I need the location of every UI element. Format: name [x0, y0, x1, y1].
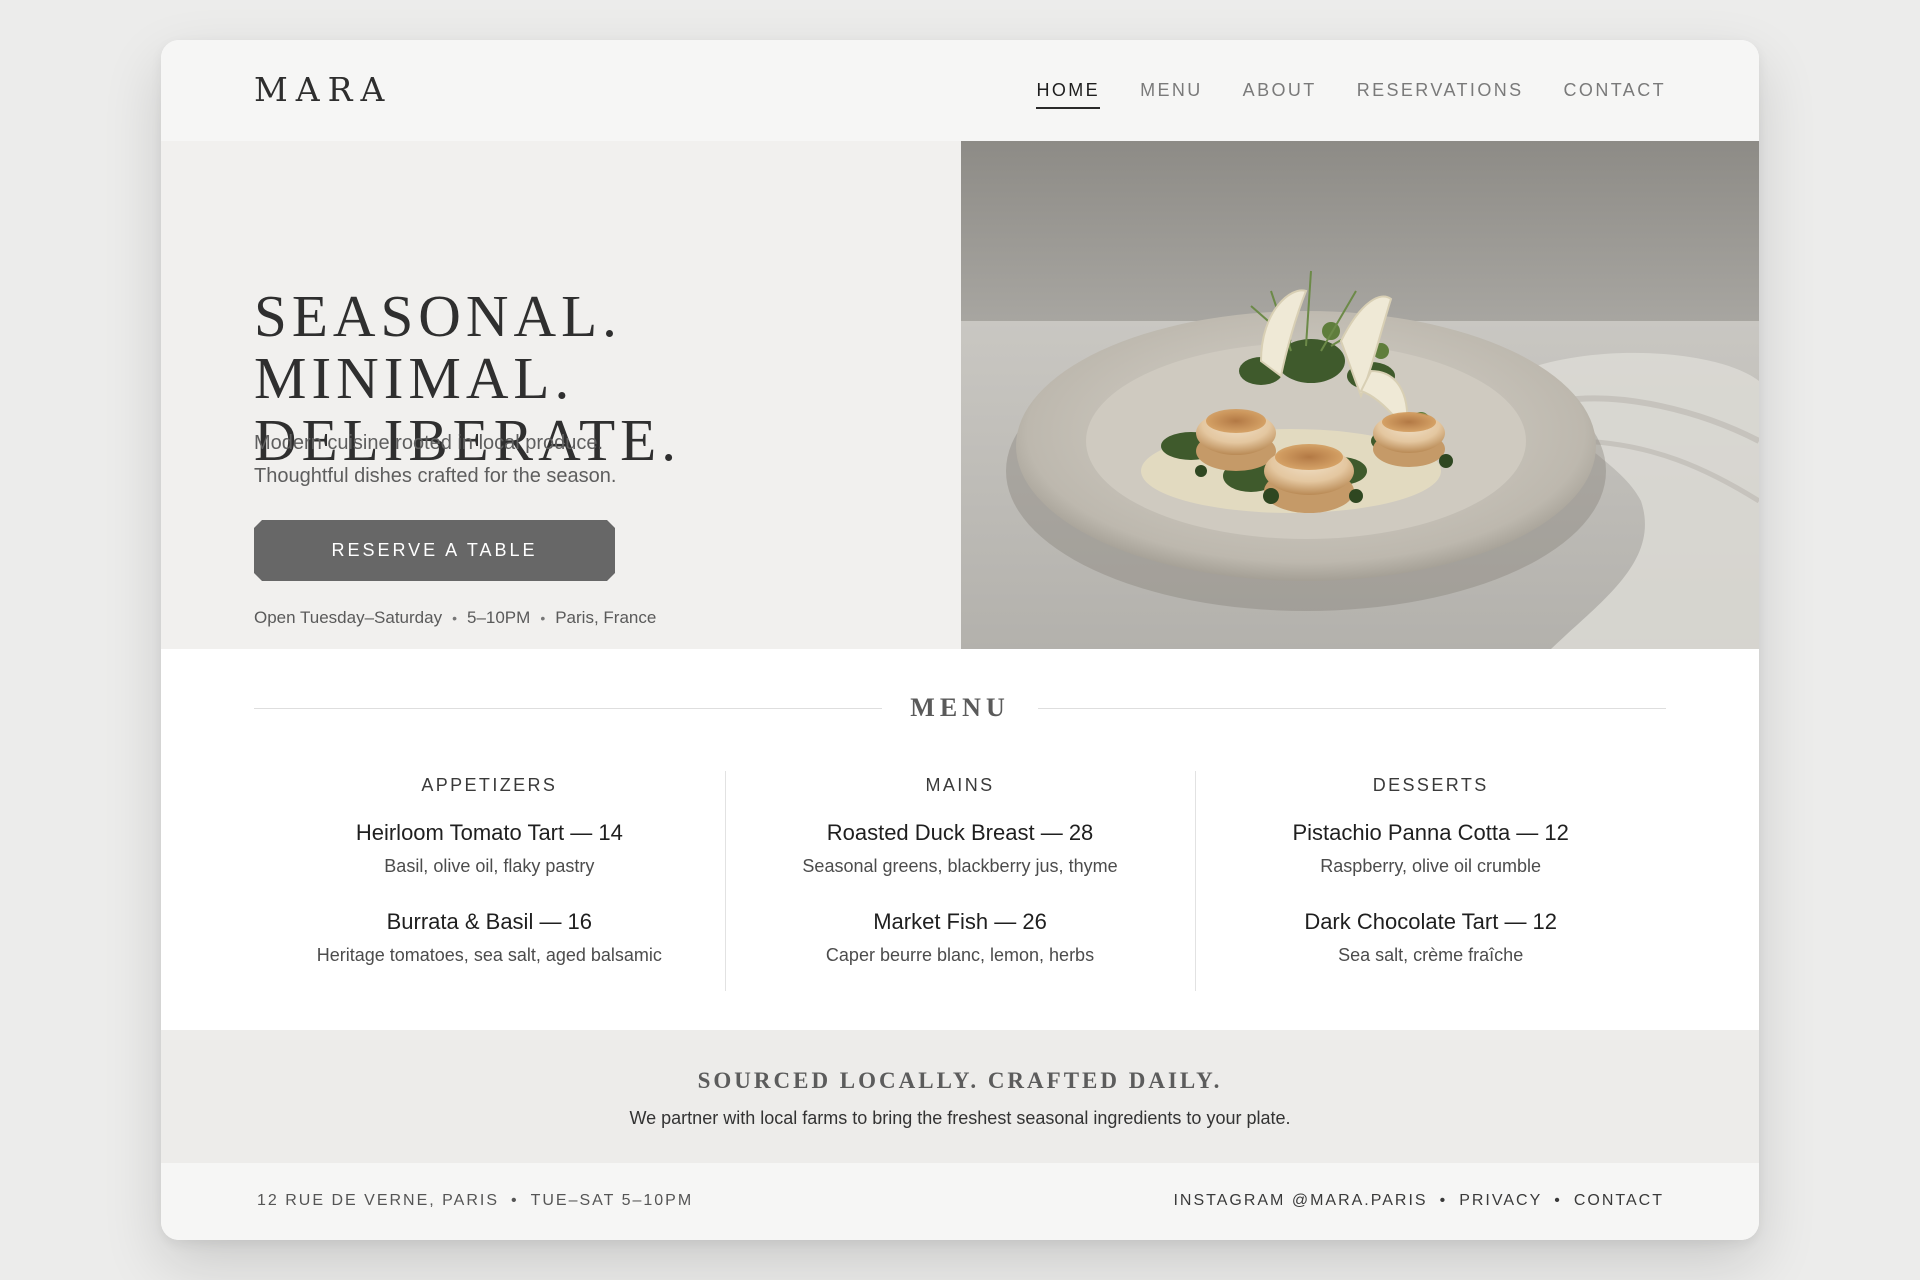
menu-column-mains: MAINS Roasted Duck Breast — 28 Seasonal … — [724, 771, 1196, 991]
separator-dot: • — [1439, 1192, 1448, 1209]
menu-item: Dark Chocolate Tart — 12 Sea salt, crème… — [1195, 909, 1666, 966]
brand-logo[interactable]: MARA — [254, 70, 392, 109]
plated-scallops-illustration — [961, 141, 1759, 649]
hero-subtitle: Modern cuisine rooted in local produce. … — [254, 427, 774, 493]
menu-item: Market Fish — 26 Caper beurre blanc, lem… — [725, 909, 1196, 966]
dish-description: Caper beurre blanc, lemon, herbs — [825, 945, 1095, 965]
nav-item-home[interactable]: HOME — [1036, 80, 1100, 109]
dish-name: Market Fish — 26 — [873, 909, 1047, 934]
divider-line — [254, 707, 883, 709]
hero-subtitle-line-2: Thoughtful dishes crafted for the season… — [254, 465, 617, 487]
sourcing-text: We partner with local farms to bring the… — [629, 1108, 1291, 1128]
dish-name: Burrata & Basil — 16 — [386, 909, 593, 934]
browser-window: MARA HOME MENU ABOUT RESERVATIONS CONTAC… — [161, 40, 1759, 1240]
footer-info: 12 RUE DE VERNE, PARIS • TUE–SAT 5–10PM — [257, 1192, 693, 1210]
menu-column-title: MAINS — [925, 775, 995, 795]
separator-dot: • — [452, 610, 457, 626]
menu-item: Pistachio Panna Cotta — 12 Raspberry, ol… — [1195, 820, 1666, 877]
opening-info: Open Tuesday–Saturday • 5–10PM • Paris, … — [254, 608, 656, 628]
menu-heading: MENU — [910, 693, 1010, 722]
dish-description: Basil, olive oil, flaky pastry — [384, 856, 595, 876]
dish-name: Pistachio Panna Cotta — 12 — [1292, 820, 1569, 845]
footer: 12 RUE DE VERNE, PARIS • TUE–SAT 5–10PM … — [161, 1163, 1759, 1240]
menu-column-title: DESSERTS — [1372, 775, 1489, 795]
dish-description: Raspberry, olive oil crumble — [1320, 856, 1542, 876]
hero-title-line-1: SEASONAL. MINIMAL. — [254, 283, 622, 411]
dish-description: Sea salt, crème fraîche — [1338, 945, 1524, 965]
menu-item: Burrata & Basil — 16 Heritage tomatoes, … — [254, 909, 725, 966]
footer-hours: TUE–SAT 5–10PM — [530, 1192, 694, 1209]
reserve-table-button[interactable]: RESERVE A TABLE — [254, 520, 615, 581]
menu-section: MENU APPETIZERS Heirloom Tomato Tart — 1… — [161, 649, 1759, 1030]
sourcing-banner: SOURCED LOCALLY. CRAFTED DAILY. We partn… — [161, 1030, 1759, 1163]
opening-days: Open Tuesday–Saturday — [254, 608, 443, 627]
menu-column-desserts: DESSERTS Pistachio Panna Cotta — 12 Rasp… — [1195, 771, 1666, 991]
divider-line — [1037, 707, 1666, 709]
separator-dot: • — [510, 1192, 519, 1209]
dish-name: Dark Chocolate Tart — 12 — [1304, 909, 1558, 934]
menu-column-title: APPETIZERS — [421, 775, 558, 795]
dish-name: Roasted Duck Breast — 28 — [826, 820, 1094, 845]
menu-columns: APPETIZERS Heirloom Tomato Tart — 14 Bas… — [254, 771, 1666, 991]
nav-links: HOME MENU ABOUT RESERVATIONS CONTACT — [1036, 80, 1666, 109]
dish-description: Seasonal greens, blackberry jus, thyme — [802, 856, 1118, 876]
hero-subtitle-line-1: Modern cuisine rooted in local produce. — [254, 432, 604, 454]
hero-section: SEASONAL. MINIMAL. DELIBERATE. Modern cu… — [161, 141, 961, 649]
nav-item-reservations[interactable]: RESERVATIONS — [1357, 80, 1524, 109]
footer-address: 12 RUE DE VERNE, PARIS — [257, 1192, 499, 1209]
separator-dot: • — [1554, 1192, 1562, 1209]
opening-time: 5–10PM — [466, 608, 531, 627]
location-text: Paris, France — [555, 608, 657, 627]
nav-item-about[interactable]: ABOUT — [1243, 80, 1317, 109]
footer-link-instagram[interactable]: INSTAGRAM @MARA.PARIS — [1173, 1192, 1427, 1210]
top-nav: MARA HOME MENU ABOUT RESERVATIONS CONTAC… — [161, 40, 1759, 141]
menu-item: Heirloom Tomato Tart — 14 Basil, olive o… — [254, 820, 725, 877]
sourcing-title: SOURCED LOCALLY. CRAFTED DAILY. — [697, 1068, 1223, 1093]
menu-column-appetizers: APPETIZERS Heirloom Tomato Tart — 14 Bas… — [254, 771, 725, 991]
separator-dot: • — [540, 610, 546, 626]
dish-description: Heritage tomatoes, sea salt, aged balsam… — [316, 945, 662, 965]
nav-item-menu[interactable]: MENU — [1140, 80, 1203, 109]
nav-item-contact[interactable]: CONTACT — [1564, 80, 1666, 109]
footer-link-privacy[interactable]: PRIVACY — [1459, 1192, 1542, 1210]
footer-link-contact[interactable]: CONTACT — [1574, 1192, 1664, 1210]
dish-name: Heirloom Tomato Tart — 14 — [355, 820, 623, 845]
menu-heading-row: MENU — [254, 693, 1666, 723]
menu-item: Roasted Duck Breast — 28 Seasonal greens… — [725, 820, 1196, 877]
footer-links: INSTAGRAM @MARA.PARIS • PRIVACY • CONTAC… — [1173, 1192, 1664, 1210]
hero-dish-image — [961, 141, 1759, 649]
